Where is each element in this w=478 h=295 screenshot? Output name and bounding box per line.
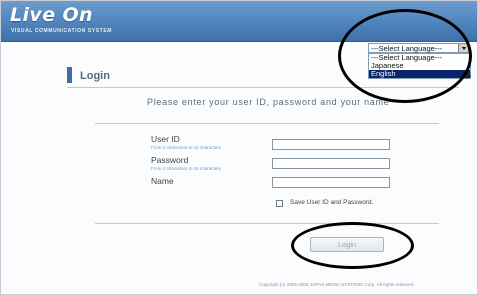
divider <box>95 223 439 224</box>
app-tagline: VISUAL COMMUNICATION SYSTEM <box>11 28 113 34</box>
login-title: Login <box>80 70 110 82</box>
chevron-down-icon[interactable] <box>458 44 468 52</box>
copyright-notice: Copyright (c) 2004-2006 JAPAN MEDIA SYST… <box>259 282 415 287</box>
login-button[interactable]: Login <box>310 237 384 252</box>
app-window: Live On VISUAL COMMUNICATION SYSTEM ---S… <box>0 0 478 295</box>
divider <box>67 87 459 88</box>
password-input[interactable] <box>272 158 390 169</box>
name-input[interactable] <box>272 177 390 188</box>
name-label: Name <box>151 176 174 186</box>
user-id-label: User ID <box>151 134 180 144</box>
header-bar: Live On VISUAL COMMUNICATION SYSTEM <box>1 1 477 42</box>
language-select[interactable]: ---Select Language--- <box>368 43 469 53</box>
language-dropdown-list: ---Select Language--- Japanese English <box>368 53 471 79</box>
divider <box>95 123 439 124</box>
language-select-value: ---Select Language--- <box>371 44 443 53</box>
save-credentials-label: Save User ID and Password. <box>290 199 374 206</box>
app-logo: Live On <box>10 4 93 26</box>
user-id-input[interactable] <box>272 139 390 150</box>
password-hint: From 4 characters to 16 characters <box>151 166 222 171</box>
user-id-hint: From 4 characters to 16 characters <box>151 145 222 150</box>
save-credentials-checkbox[interactable] <box>276 200 283 207</box>
login-instruction: Please enter your user ID, password and … <box>147 97 390 107</box>
login-title-accent <box>67 67 72 83</box>
password-label: Password <box>151 155 189 165</box>
language-option-english[interactable]: English <box>369 70 470 78</box>
